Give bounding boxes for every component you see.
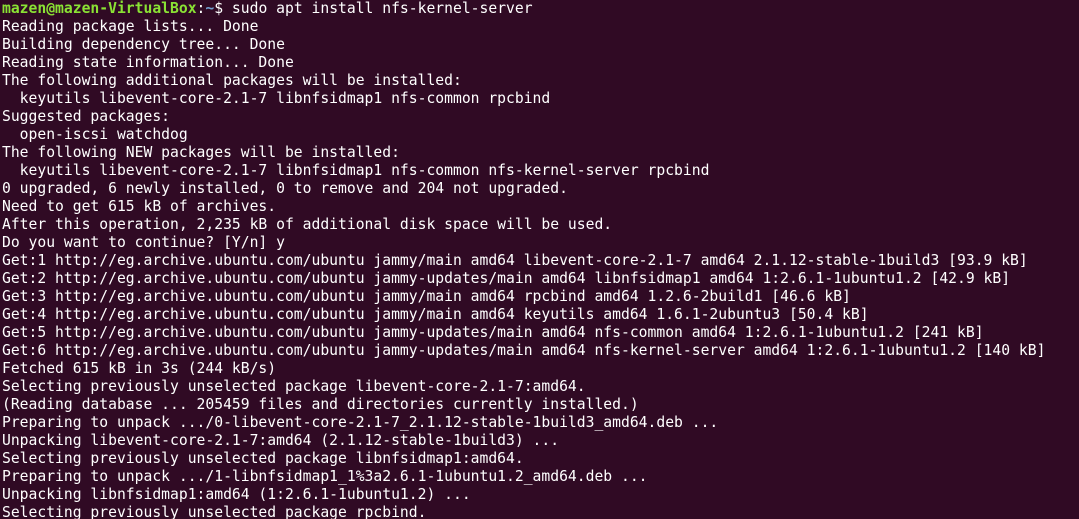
output-line: open-iscsi watchdog [2, 126, 188, 143]
output-line: Selecting previously unselected package … [2, 378, 586, 395]
output-line: Unpacking libnfsidmap1:amd64 (1:2.6.1-1u… [2, 486, 471, 503]
prompt-symbol: $ [214, 0, 232, 17]
output-line: Need to get 615 kB of archives. [2, 198, 277, 215]
output-line: Reading package lists... Done [2, 18, 259, 35]
output-line: The following additional packages will b… [2, 72, 462, 89]
prompt-command: sudo apt install nfs-kernel-server [231, 0, 533, 17]
output-line: keyutils libevent-core-2.1-7 libnfsidmap… [2, 162, 710, 179]
prompt-path: ~ [205, 0, 215, 17]
output-line: Get:3 http://eg.archive.ubuntu.com/ubunt… [2, 288, 851, 305]
output-line: Get:5 http://eg.archive.ubuntu.com/ubunt… [2, 324, 984, 341]
output-line: 0 upgraded, 6 newly installed, 0 to remo… [2, 180, 568, 197]
output-line: Unpacking libevent-core-2.1-7:amd64 (2.1… [2, 432, 560, 449]
output-line: Selecting previously unselected package … [2, 450, 524, 467]
output-line: Selecting previously unselected package … [2, 504, 427, 519]
output-line: Do you want to continue? [Y/n] y [2, 234, 285, 251]
output-line: Preparing to unpack .../1-libnfsidmap1_1… [2, 468, 648, 485]
output-line: The following NEW packages will be insta… [2, 144, 400, 161]
prompt-user-host: mazen@mazen-VirtualBox [2, 0, 197, 17]
output-line: Reading state information... Done [2, 54, 294, 71]
output-line: Get:6 http://eg.archive.ubuntu.com/ubunt… [2, 342, 1046, 359]
output-line: Get:4 http://eg.archive.ubuntu.com/ubunt… [2, 306, 869, 323]
output-line: Get:1 http://eg.archive.ubuntu.com/ubunt… [2, 252, 1028, 269]
output-line: Preparing to unpack .../0-libevent-core-… [2, 414, 719, 431]
output-line: Fetched 615 kB in 3s (244 kB/s) [2, 360, 277, 377]
command-prompt-line: mazen@mazen-VirtualBox:~$ sudo apt insta… [2, 0, 1079, 18]
output-line: After this operation, 2,235 kB of additi… [2, 216, 613, 233]
output-line: keyutils libevent-core-2.1-7 libnfsidmap… [2, 90, 551, 107]
output-line: (Reading database ... 205459 files and d… [2, 396, 639, 413]
terminal-output: Reading package lists... Done Building de… [2, 18, 1079, 519]
output-line: Suggested packages: [2, 108, 171, 125]
terminal-window[interactable]: mazen@mazen-VirtualBox:~$ sudo apt insta… [0, 0, 1079, 519]
output-line: Building dependency tree... Done [2, 36, 285, 53]
output-line: Get:2 http://eg.archive.ubuntu.com/ubunt… [2, 270, 1011, 287]
